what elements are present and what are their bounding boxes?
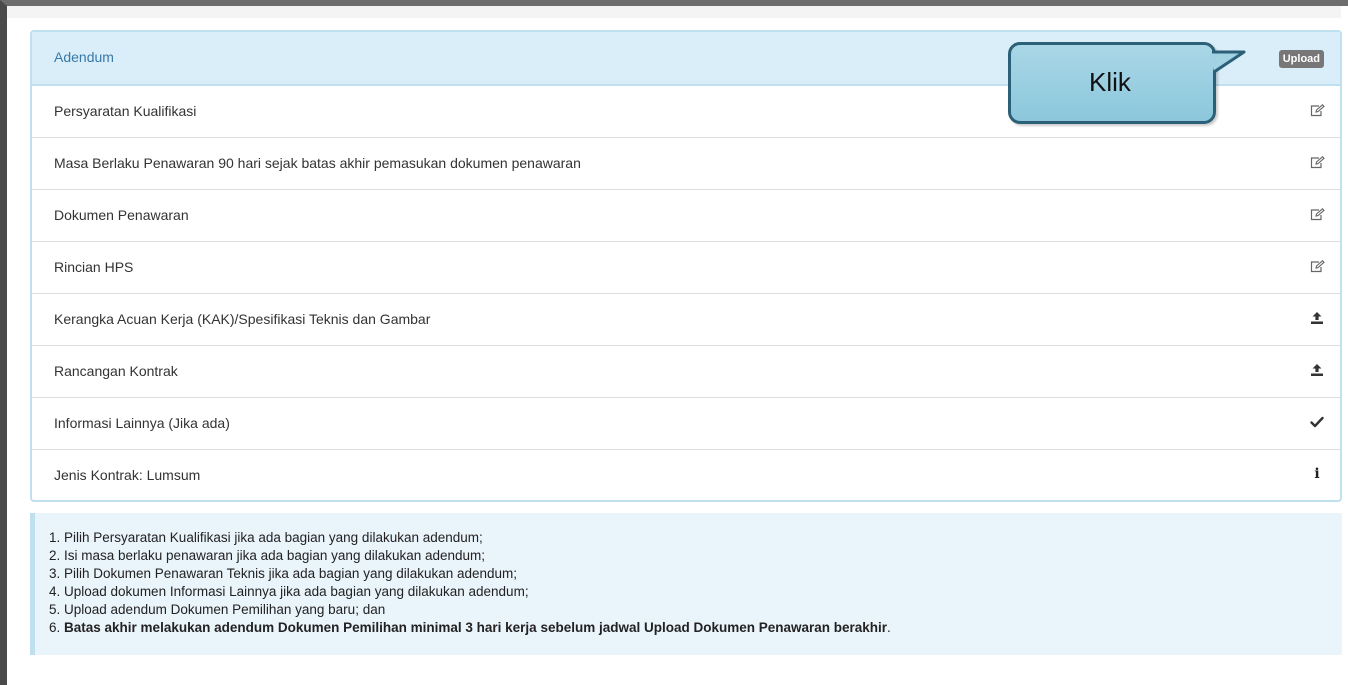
- edit-icon[interactable]: [1308, 153, 1326, 171]
- row-label: Persyaratan Kualifikasi: [54, 103, 197, 119]
- info-icon: i: [1314, 466, 1320, 482]
- panel-title: Adendum: [54, 49, 114, 65]
- instruction-line-5: 5. Upload adendum Dokumen Pemilihan yang…: [49, 602, 386, 617]
- instructions-box: 1. Pilih Persyaratan Kualifikasi jika ad…: [30, 513, 1342, 655]
- row-dokumen-penawaran[interactable]: Dokumen Penawaran: [32, 190, 1340, 242]
- top-strip: [7, 6, 1341, 18]
- callout-text: Klik: [1089, 67, 1131, 97]
- instruction-line-2: 2. Isi masa berlaku penawaran jika ada b…: [49, 548, 486, 563]
- check-icon[interactable]: [1308, 413, 1326, 431]
- instruction-line-4: 4. Upload dokumen Informasi Lainnya jika…: [49, 584, 529, 599]
- row-informasi-lainnya[interactable]: Informasi Lainnya (Jika ada): [32, 398, 1340, 450]
- row-rincian-hps[interactable]: Rincian HPS: [32, 242, 1340, 294]
- row-label: Rancangan Kontrak: [54, 363, 178, 379]
- upload-icon[interactable]: [1308, 361, 1326, 379]
- row-rancangan-kontrak[interactable]: Rancangan Kontrak: [32, 346, 1340, 398]
- row-label: Dokumen Penawaran: [54, 207, 189, 223]
- row-label: Jenis Kontrak: Lumsum: [54, 467, 201, 483]
- instruction-line-6-bold: Batas akhir melakukan adendum Dokumen Pe…: [64, 620, 888, 635]
- row-masa-berlaku-penawaran[interactable]: Masa Berlaku Penawaran 90 hari sejak bat…: [32, 138, 1340, 190]
- instruction-line-6-prefix: 6.: [49, 620, 65, 635]
- upload-icon[interactable]: [1308, 309, 1326, 327]
- callout-bubble: Klik: [1008, 42, 1216, 124]
- row-label: Informasi Lainnya (Jika ada): [54, 415, 230, 431]
- instruction-line-6: 6. Batas akhir melakukan adendum Dokumen…: [49, 619, 1342, 637]
- edit-icon[interactable]: [1308, 205, 1326, 223]
- instruction-line-6-suffix: .: [887, 620, 891, 635]
- edit-icon[interactable]: [1308, 101, 1326, 119]
- instruction-line-3: 3. Pilih Dokumen Penawaran Teknis jika a…: [49, 566, 518, 581]
- callout-pointer: [1210, 50, 1246, 74]
- row-label: Masa Berlaku Penawaran 90 hari sejak bat…: [54, 155, 581, 171]
- upload-button[interactable]: Upload: [1278, 50, 1324, 68]
- row-jenis-kontrak: Jenis Kontrak: Lumsum i: [32, 450, 1340, 500]
- row-label: Rincian HPS: [54, 259, 134, 275]
- edit-icon[interactable]: [1308, 257, 1326, 275]
- row-label: Kerangka Acuan Kerja (KAK)/Spesifikasi T…: [54, 311, 431, 327]
- instruction-line-1: 1. Pilih Persyaratan Kualifikasi jika ad…: [49, 530, 483, 545]
- row-kerangka-acuan-kerja[interactable]: Kerangka Acuan Kerja (KAK)/Spesifikasi T…: [32, 294, 1340, 346]
